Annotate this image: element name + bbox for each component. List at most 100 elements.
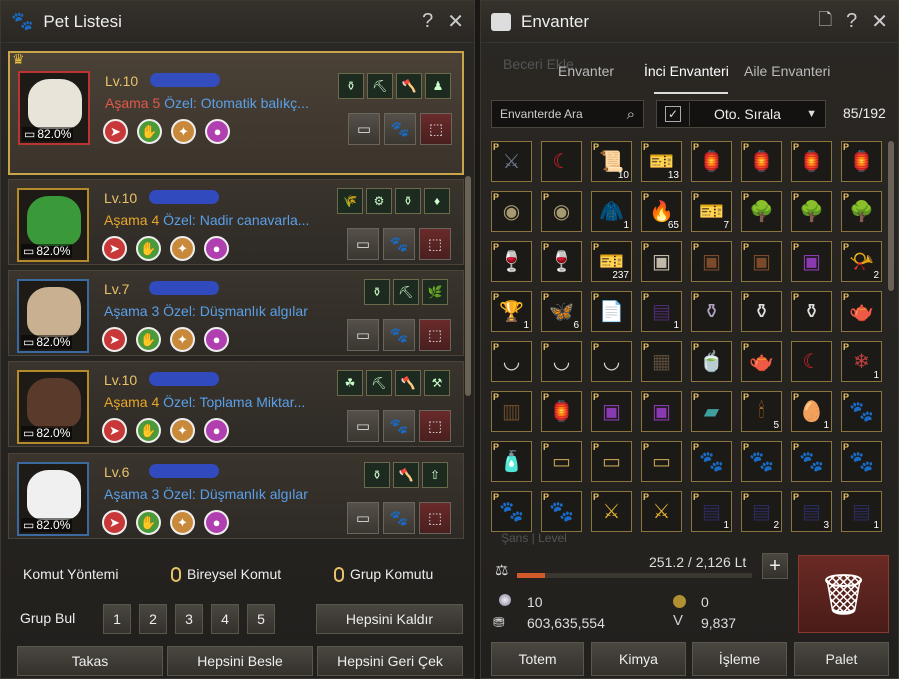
inventory-slot[interactable]: P 🎫 13 bbox=[641, 141, 682, 182]
chevron-down-icon[interactable]: ▼ bbox=[806, 108, 817, 120]
feed-all-button[interactable]: Hepsini Besle bbox=[167, 646, 313, 676]
pet-card[interactable]: ▭ 82.0% Lv.10 Aşama 4 Özel: Toplama Mikta… bbox=[8, 361, 464, 447]
add-weight-button[interactable]: + bbox=[762, 553, 788, 579]
pet-card[interactable]: ▭ 82.0% Lv.6 Aşama 3 Özel: Düşmanlık algı… bbox=[8, 453, 464, 539]
inventory-slot[interactable]: P 📜 10 bbox=[591, 141, 632, 182]
inventory-slot[interactable]: P ▦ bbox=[641, 341, 682, 382]
inventory-slot[interactable]: P 🍷 bbox=[541, 241, 582, 282]
feed-button[interactable]: ▭ bbox=[347, 502, 379, 534]
inventory-slot[interactable]: P 🎫 237 bbox=[591, 241, 632, 282]
inventory-slot[interactable]: P 🏆 1 bbox=[491, 291, 532, 332]
inventory-slot[interactable]: P 🏮 bbox=[541, 391, 582, 432]
pet-card[interactable]: ♛ ▭ 82.0% Lv.10 Aşama 5 Özel: Otomatik ba… bbox=[8, 51, 464, 175]
palette-button[interactable]: Palet bbox=[794, 642, 889, 676]
group-button-4[interactable]: 4 bbox=[211, 604, 239, 634]
inventory-slot[interactable]: P ❄ 1 bbox=[841, 341, 882, 382]
feed-button[interactable]: ▭ bbox=[348, 113, 380, 145]
inventory-slot[interactable]: P ▭ bbox=[591, 441, 632, 482]
inventory-slot[interactable]: P 🐾 bbox=[691, 441, 732, 482]
inventory-slot[interactable]: ☾ bbox=[541, 141, 582, 182]
inventory-slot[interactable]: P ⚔ bbox=[591, 491, 632, 532]
inventory-slot[interactable]: P 🫖 bbox=[841, 291, 882, 332]
inventory-slot[interactable]: 🧥 1 bbox=[591, 191, 632, 232]
group-button-1[interactable]: 1 bbox=[103, 604, 131, 634]
group-button-5[interactable]: 5 bbox=[247, 604, 275, 634]
inventory-slot[interactable]: P 🏮 bbox=[841, 141, 882, 182]
inventory-slot[interactable]: P ◉ bbox=[541, 191, 582, 232]
inventory-slot[interactable]: P 🍵 bbox=[691, 341, 732, 382]
tab-inventory[interactable]: Envanter bbox=[558, 63, 614, 79]
paw-button[interactable]: 🐾 bbox=[383, 228, 415, 260]
inventory-slot[interactable]: P ⚱ bbox=[691, 291, 732, 332]
inventory-slot[interactable]: P 🌳 bbox=[791, 191, 832, 232]
inventory-slot[interactable]: P ⚱ bbox=[791, 291, 832, 332]
inventory-slot[interactable]: P 🏮 bbox=[791, 141, 832, 182]
processing-button[interactable]: İşleme bbox=[692, 642, 787, 676]
inventory-slot[interactable]: P 🧴 bbox=[491, 441, 532, 482]
individual-command-option[interactable]: Bireysel Komut bbox=[171, 566, 281, 582]
inventory-slot[interactable]: P ▣ bbox=[691, 241, 732, 282]
inventory-slot[interactable]: P ▰ bbox=[691, 391, 732, 432]
paw-button[interactable]: 🐾 bbox=[383, 410, 415, 442]
auto-sort-checkbox[interactable]: ✓ bbox=[665, 106, 681, 122]
paw-button[interactable]: 🐾 bbox=[383, 319, 415, 351]
inventory-slot[interactable]: P 🐾 bbox=[841, 441, 882, 482]
inventory-slot[interactable]: P ⚔ bbox=[641, 491, 682, 532]
inventory-slot[interactable]: P 🥚 1 bbox=[791, 391, 832, 432]
tab-family-inventory[interactable]: Aile Envanteri bbox=[744, 63, 830, 79]
group-button-3[interactable]: 3 bbox=[175, 604, 203, 634]
inventory-slot[interactable]: P 🔥 65 bbox=[641, 191, 682, 232]
scrollbar[interactable] bbox=[888, 141, 894, 291]
alchemy-button[interactable]: Kimya bbox=[591, 642, 686, 676]
search-icon[interactable]: ⌕ bbox=[627, 106, 635, 123]
pet-list-titlebar[interactable]: 🐾 Pet Listesi ? ✕ bbox=[1, 1, 474, 43]
inventory-slot[interactable]: P ⚔ bbox=[491, 141, 532, 182]
paw-button[interactable]: 🐾 bbox=[384, 113, 416, 145]
close-button[interactable]: ✕ bbox=[447, 9, 464, 34]
inventory-slot[interactable]: P 🕯 5 bbox=[741, 391, 782, 432]
release-button[interactable]: ⬚ bbox=[419, 319, 451, 351]
inventory-slot[interactable]: P 🦋 6 bbox=[541, 291, 582, 332]
group-button-2[interactable]: 2 bbox=[139, 604, 167, 634]
pet-card[interactable]: ▭ 82.0% Lv.7 Aşama 3 Özel: Düşmanlık algı… bbox=[8, 270, 464, 356]
inventory-slot[interactable]: P 🫖 bbox=[741, 341, 782, 382]
inventory-slot[interactable]: P 🐾 bbox=[491, 491, 532, 532]
release-button[interactable]: ⬚ bbox=[419, 502, 451, 534]
inventory-slot[interactable]: P ▣ bbox=[591, 391, 632, 432]
inventory-slot[interactable]: P ▭ bbox=[541, 441, 582, 482]
inventory-slot[interactable]: P 📄 bbox=[591, 291, 632, 332]
inventory-slot[interactable]: P 🏮 bbox=[741, 141, 782, 182]
inventory-slot[interactable]: P ▤ 3 bbox=[791, 491, 832, 532]
inventory-slot[interactable]: P 📯 2 bbox=[841, 241, 882, 282]
inventory-slot[interactable]: P 🌳 bbox=[741, 191, 782, 232]
search-input[interactable]: Envanterde Ara ⌕ bbox=[491, 100, 644, 128]
inventory-slot[interactable]: P ▤ 1 bbox=[841, 491, 882, 532]
trash-button[interactable]: 🗑 bbox=[798, 555, 889, 633]
inventory-slot[interactable]: P ▣ bbox=[641, 391, 682, 432]
inventory-slot[interactable]: P ▤ 2 bbox=[741, 491, 782, 532]
inventory-slot[interactable]: P ◡ bbox=[591, 341, 632, 382]
inventory-slot[interactable]: P 🐾 bbox=[841, 391, 882, 432]
inventory-slot[interactable]: P ▥ bbox=[491, 391, 532, 432]
paw-button[interactable]: 🐾 bbox=[383, 502, 415, 534]
help-button[interactable]: ? bbox=[422, 10, 433, 33]
inventory-slot[interactable]: P 🏮 bbox=[691, 141, 732, 182]
scrollbar[interactable] bbox=[465, 176, 471, 396]
group-command-option[interactable]: Grup Komutu bbox=[334, 566, 433, 582]
inventory-slot[interactable]: P 🐾 bbox=[791, 441, 832, 482]
help-button[interactable]: ? bbox=[846, 10, 857, 33]
inventory-slot[interactable]: P 🎫 7 bbox=[691, 191, 732, 232]
inventory-slot[interactable]: ☾ bbox=[791, 341, 832, 382]
inventory-slot[interactable]: P ▣ bbox=[641, 241, 682, 282]
inventory-slot[interactable]: P ⚱ bbox=[741, 291, 782, 332]
feed-button[interactable]: ▭ bbox=[347, 410, 379, 442]
inventory-slot[interactable]: P 🍷 bbox=[491, 241, 532, 282]
totem-button[interactable]: Totem bbox=[491, 642, 584, 676]
inventory-slot[interactable]: P ◡ bbox=[491, 341, 532, 382]
pet-card[interactable]: ▭ 82.0% Lv.10 Aşama 4 Özel: Nadir canavar… bbox=[8, 179, 464, 265]
feed-button[interactable]: ▭ bbox=[347, 228, 379, 260]
document-icon[interactable]: 🗋 bbox=[818, 7, 832, 36]
inventory-slot[interactable]: P 🐾 bbox=[541, 491, 582, 532]
trade-button[interactable]: Takas bbox=[17, 646, 163, 676]
recall-all-button[interactable]: Hepsini Geri Çek bbox=[317, 646, 463, 676]
